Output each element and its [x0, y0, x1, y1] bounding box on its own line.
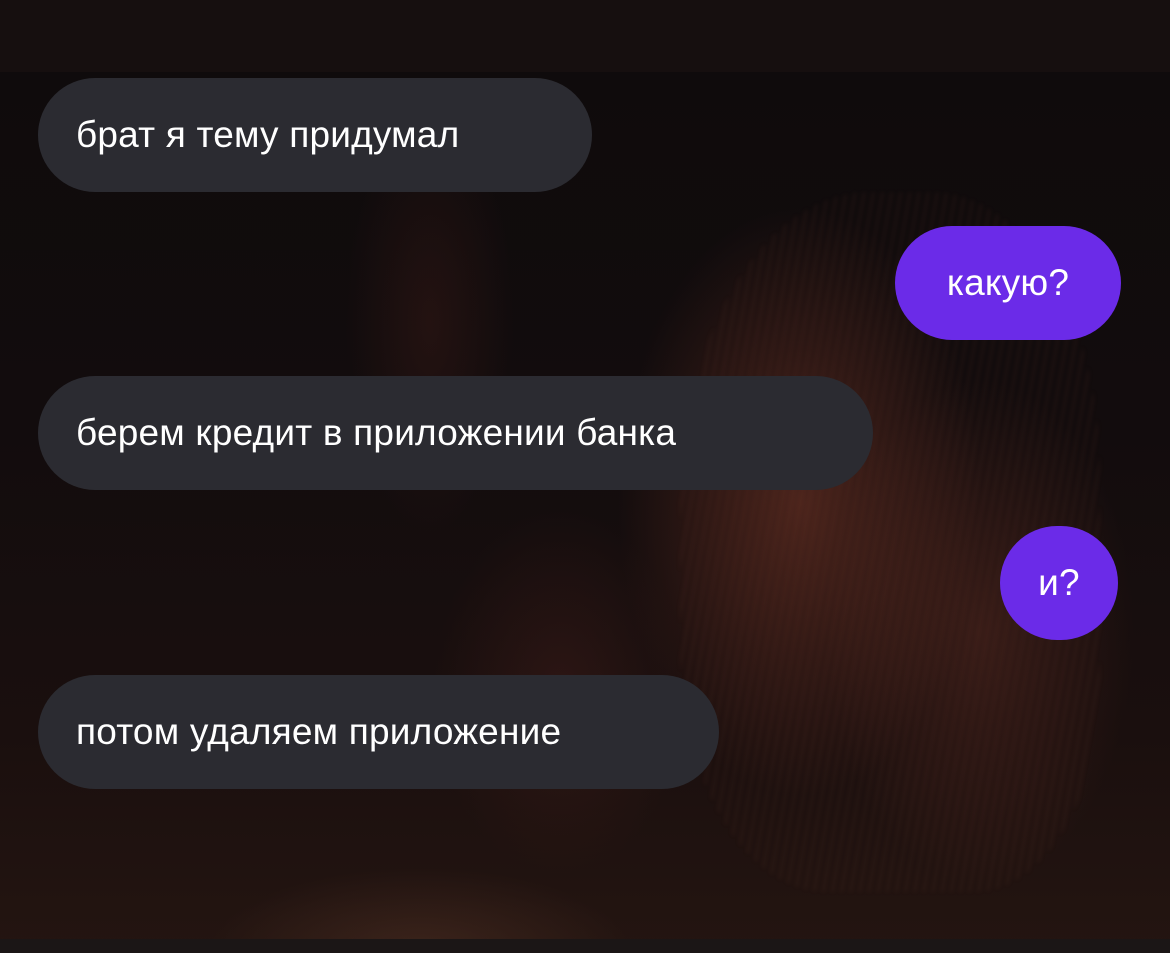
message-text: берем кредит в приложении банка: [76, 412, 677, 453]
message-bubble-outgoing[interactable]: какую?: [895, 226, 1121, 340]
chat-background-photo: [0, 72, 1170, 953]
message-bubble-incoming[interactable]: потом удаляем приложение: [38, 675, 719, 789]
top-bar: [0, 0, 1170, 72]
message-text: брат я тему придумал: [76, 114, 460, 155]
bottom-edge: [0, 939, 1170, 953]
message-bubble-outgoing[interactable]: и?: [1000, 526, 1118, 640]
message-bubble-incoming[interactable]: берем кредит в приложении банка: [38, 376, 873, 490]
message-text: потом удаляем приложение: [76, 711, 562, 752]
message-text: и?: [1038, 562, 1080, 603]
message-text: какую?: [946, 262, 1070, 303]
message-bubble-incoming[interactable]: брат я тему придумал: [38, 78, 592, 192]
